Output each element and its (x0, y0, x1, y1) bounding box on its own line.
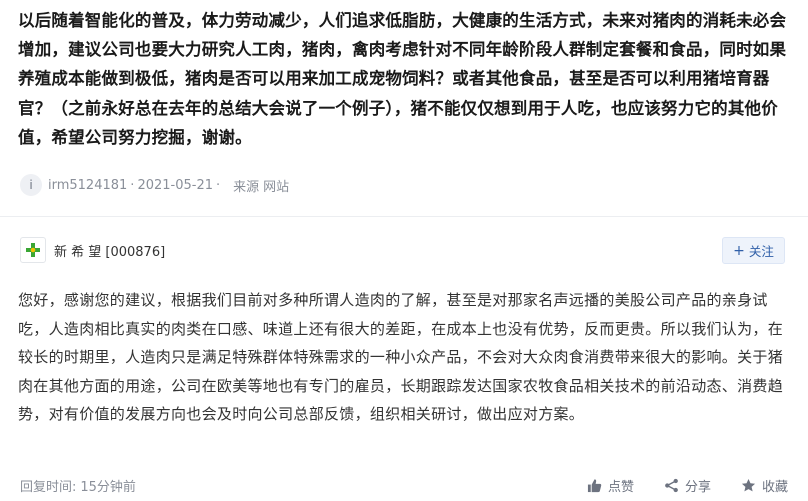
answer-footer: 回复时间: 15分钟前 点赞 分享 收藏 (20, 474, 788, 496)
source-value: 网站 (263, 179, 290, 195)
favorite-button[interactable]: 收藏 (741, 476, 788, 495)
share-button[interactable]: 分享 (664, 476, 711, 495)
company-logo-icon[interactable] (20, 237, 46, 263)
company-header: 新 希 望 [000876] (20, 237, 165, 263)
company-name[interactable]: 新 希 望 [000876] (54, 241, 165, 260)
answer-actions: 点赞 分享 收藏 (557, 476, 788, 495)
user-avatar[interactable]: i (20, 174, 42, 196)
question-meta: i irm5124181 · 2021-05-21 · 来源 网站 (20, 174, 289, 196)
meta-separator: · (216, 177, 221, 193)
answer-text: 您好，感谢您的建议，根据我们目前对多种所谓人造肉的了解，甚至是对那家名声远播的美… (18, 291, 784, 423)
share-label: 分享 (684, 479, 711, 495)
like-button[interactable]: 点赞 (587, 476, 634, 495)
question-date: 2021-05-21 (137, 177, 213, 193)
question-text: 以后随着智能化的普及，体力劳动减少，人们追求低脂肪，大健康的生活方式，未来对猪肉… (18, 11, 787, 147)
meta-separator: · (130, 177, 135, 193)
favorite-label: 收藏 (761, 479, 788, 495)
share-icon (665, 478, 678, 492)
question-username[interactable]: irm5124181 (48, 178, 127, 193)
reply-time-label: 回复时间: (20, 479, 77, 495)
star-icon (741, 478, 756, 491)
reply-time-value: 15分钟前 (80, 479, 136, 495)
follow-button[interactable]: + 关注 (722, 237, 785, 264)
thumbs-up-icon (587, 478, 602, 492)
follow-label: 关注 (748, 244, 774, 259)
like-label: 点赞 (607, 479, 634, 495)
section-divider (0, 216, 808, 217)
plus-icon: + (733, 242, 745, 259)
source-label: 来源 (233, 179, 260, 195)
